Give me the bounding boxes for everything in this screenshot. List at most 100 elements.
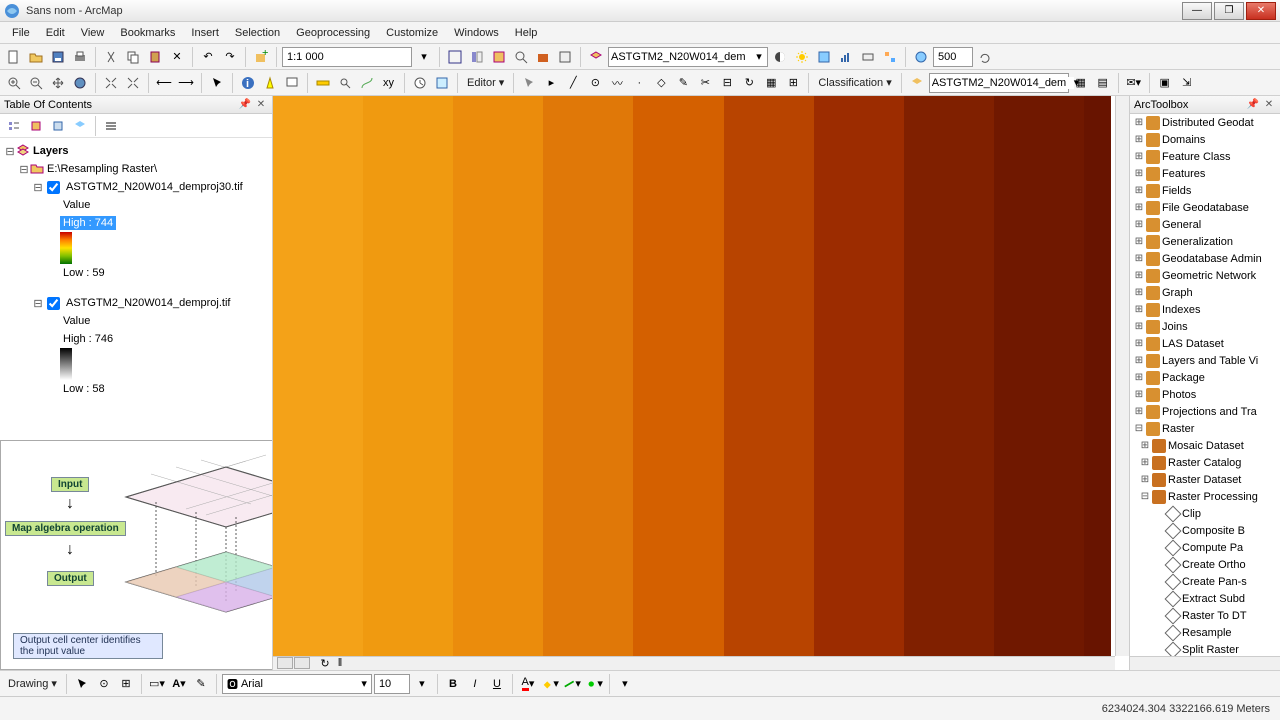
menu-view[interactable]: View	[73, 24, 113, 42]
menu-edit[interactable]: Edit	[38, 24, 73, 42]
catalog-button[interactable]	[489, 47, 509, 67]
zoom-out-button[interactable]	[26, 73, 46, 93]
search-button[interactable]	[511, 47, 531, 67]
layer1-high[interactable]: High : 744	[4, 214, 268, 232]
close-icon[interactable]: ✕	[1262, 98, 1276, 112]
print-button[interactable]	[70, 47, 90, 67]
italic-button[interactable]: I	[465, 674, 485, 694]
menu-help[interactable]: Help	[507, 24, 546, 42]
add-data-button[interactable]: +	[251, 47, 271, 67]
underline-button[interactable]: U	[487, 674, 507, 694]
fill-color-button[interactable]: ▾	[540, 674, 560, 694]
line-color-button[interactable]: ▾	[562, 674, 582, 694]
text-tool[interactable]: A▾	[169, 674, 189, 694]
edit-placement[interactable]: ▸	[541, 73, 561, 93]
menu-insert[interactable]: Insert	[183, 24, 227, 42]
toolbox-toolset[interactable]: ⊞Features	[1130, 165, 1280, 182]
export-button[interactable]: ⇲	[1177, 73, 1197, 93]
resample-button[interactable]	[880, 47, 900, 67]
arctoolbox-button[interactable]	[533, 47, 553, 67]
list-by-source-button[interactable]	[26, 116, 46, 136]
scale-dropdown[interactable]: ▾	[414, 47, 434, 67]
editor-toolbar-button[interactable]	[445, 47, 465, 67]
toolbox-toolset[interactable]: ⊞Photos	[1130, 386, 1280, 403]
toolbox-tool[interactable]: Create Pan-s	[1130, 573, 1280, 590]
stretch-button[interactable]	[858, 47, 878, 67]
zoom-in-button[interactable]	[4, 73, 24, 93]
edit-vertices[interactable]: ◇	[651, 73, 671, 93]
layer1-row[interactable]: ⊟ASTGTM2_N20W014_demproj30.tif	[4, 178, 268, 196]
redo-button[interactable]: ↷	[220, 47, 240, 67]
forward-button[interactable]: ⟶	[176, 73, 196, 93]
toc-button[interactable]	[467, 47, 487, 67]
swipe-button[interactable]	[770, 47, 790, 67]
toolbox-toolset[interactable]: ⊞Layers and Table Vi	[1130, 352, 1280, 369]
horizontal-scrollbar[interactable]: ↻ ‖	[273, 656, 1115, 670]
edit-graphic-button[interactable]: ✎	[191, 674, 211, 694]
python-button[interactable]	[555, 47, 575, 67]
value-input[interactable]	[933, 47, 973, 67]
data-view-tab[interactable]	[277, 657, 293, 669]
segment-button[interactable]: ▣	[1155, 73, 1175, 93]
toolbox-toolset[interactable]: ⊞Indexes	[1130, 301, 1280, 318]
options-button[interactable]	[101, 116, 121, 136]
globe-icon[interactable]	[911, 47, 931, 67]
rotate-tool[interactable]: ↻	[739, 73, 759, 93]
toolbox-toolset[interactable]: ⊞Distributed Geodat	[1130, 114, 1280, 131]
fixed-zoom-in-button[interactable]	[101, 73, 121, 93]
save-button[interactable]	[48, 47, 68, 67]
menu-geoprocessing[interactable]: Geoprocessing	[288, 24, 378, 42]
pin-icon[interactable]: 📌	[1246, 98, 1260, 112]
measure-button[interactable]	[313, 73, 333, 93]
toolbox-toolset[interactable]: ⊞Geodatabase Admin	[1130, 250, 1280, 267]
font-color-button[interactable]: A▾	[518, 674, 538, 694]
zoom-graphic-button[interactable]: ⊞	[116, 674, 136, 694]
select-elements-button[interactable]	[207, 73, 227, 93]
sketch-props[interactable]: ⊞	[783, 73, 803, 93]
toolbox-toolset-sub[interactable]: ⊞Raster Catalog	[1130, 454, 1280, 471]
copy-button[interactable]	[123, 47, 143, 67]
chevron-down-icon[interactable]: ▾	[753, 50, 765, 63]
edit-tool[interactable]	[519, 73, 539, 93]
sun-icon[interactable]	[792, 47, 812, 67]
toolbox-toolset-sub[interactable]: ⊞Mosaic Dataset	[1130, 437, 1280, 454]
marker-color-button[interactable]: ▾	[584, 674, 604, 694]
vertical-scrollbar[interactable]	[1115, 96, 1129, 656]
menu-bookmarks[interactable]: Bookmarks	[112, 24, 183, 42]
find-route-button[interactable]	[357, 73, 377, 93]
menu-customize[interactable]: Customize	[378, 24, 446, 42]
drawing-menu[interactable]: Drawing ▾	[4, 677, 61, 690]
maximize-button[interactable]: ❐	[1214, 2, 1244, 20]
toolbox-toolset[interactable]: ⊞Fields	[1130, 182, 1280, 199]
menu-selection[interactable]: Selection	[227, 24, 288, 42]
full-extent-button[interactable]	[70, 73, 90, 93]
classification-menu[interactable]: Classification ▾	[814, 76, 895, 89]
delete-button[interactable]: ✕	[167, 47, 187, 67]
layer2-row[interactable]: ⊟ASTGTM2_N20W014_demproj.tif	[4, 294, 268, 312]
toolbox-tool[interactable]: Compute Pa	[1130, 539, 1280, 556]
select-graphic-button[interactable]	[72, 674, 92, 694]
new-button[interactable]	[4, 47, 24, 67]
toolbox-toolset[interactable]: ⊞Joins	[1130, 318, 1280, 335]
toolbox-toolset[interactable]: ⊞Projections and Tra	[1130, 403, 1280, 420]
list-by-visibility-button[interactable]	[48, 116, 68, 136]
refresh-icon[interactable]	[975, 47, 995, 67]
toolbox-toolset[interactable]: ⊞Generalization	[1130, 233, 1280, 250]
list-by-selection-button[interactable]	[70, 116, 90, 136]
map-view[interactable]: ↻ ‖	[273, 96, 1130, 670]
attributes-button[interactable]: ▦	[761, 73, 781, 93]
layer2-checkbox[interactable]	[47, 297, 60, 310]
toolbox-tool[interactable]: Raster To DT	[1130, 607, 1280, 624]
rotate-graphic-button[interactable]: ⊙	[94, 674, 114, 694]
menu-windows[interactable]: Windows	[446, 24, 507, 42]
paste-button[interactable]	[145, 47, 165, 67]
toolbox-tool[interactable]: Create Ortho	[1130, 556, 1280, 573]
find-button[interactable]	[335, 73, 355, 93]
toolbox-toolset[interactable]: ⊟Raster	[1130, 420, 1280, 437]
toolbox-tool[interactable]: Split Raster	[1130, 641, 1280, 656]
close-button[interactable]: ✕	[1246, 2, 1276, 20]
trace-tool[interactable]: 〰	[607, 73, 627, 93]
toolbox-toolset[interactable]: ⊞General	[1130, 216, 1280, 233]
back-button[interactable]: ⟵	[154, 73, 174, 93]
reshape-tool[interactable]: ✎	[673, 73, 693, 93]
